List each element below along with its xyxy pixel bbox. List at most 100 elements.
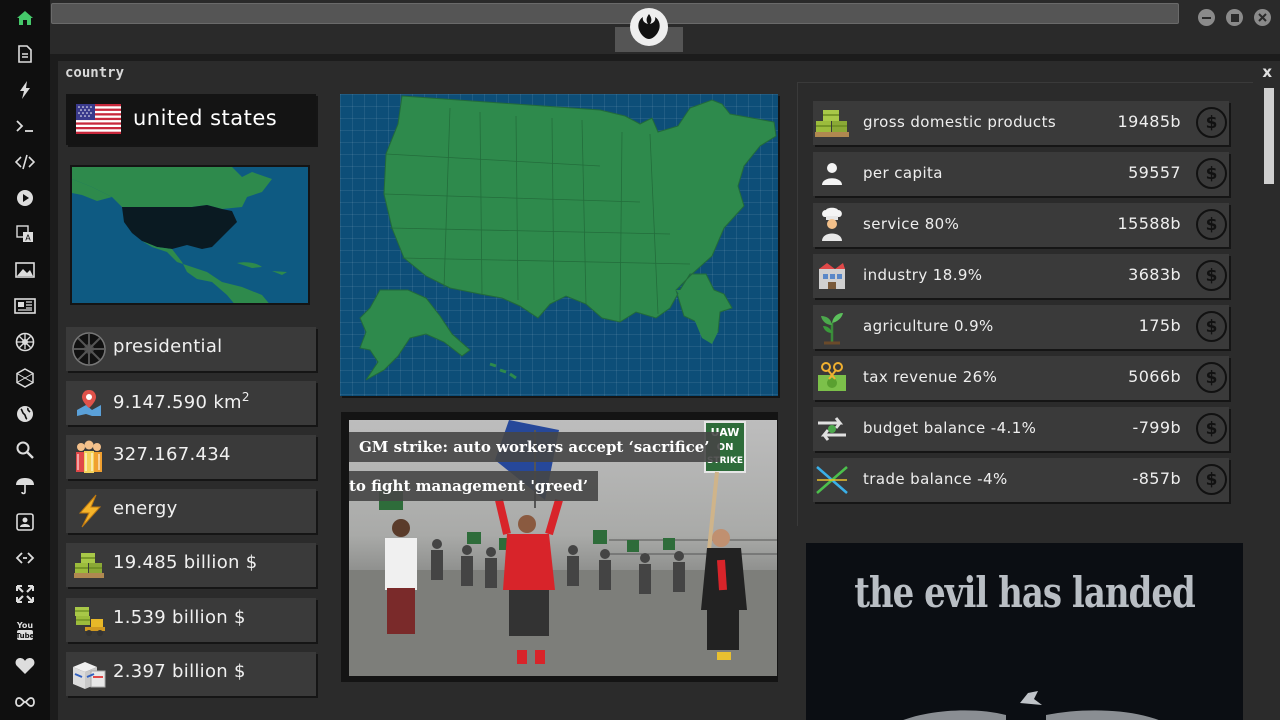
minimize-button[interactable] (1198, 9, 1215, 26)
money-value-1: 19.485 billion $ (113, 552, 258, 573)
promo-banner[interactable]: the evil has landed (806, 543, 1243, 720)
energy-card: energy (66, 489, 316, 533)
econ-row-trade-balance: trade balance -4% -857b $ (813, 458, 1229, 502)
chef-icon (813, 206, 851, 244)
money-pallet-icon (813, 104, 851, 142)
window-title: country (65, 65, 125, 81)
econ-amount: 175b (1138, 316, 1181, 335)
money-cut-icon (813, 359, 851, 397)
svg-text:You: You (16, 621, 33, 630)
link-icon[interactable] (13, 546, 37, 570)
expand-icon[interactable] (13, 582, 37, 606)
factory-icon (813, 257, 851, 295)
dollar-coin-icon[interactable]: $ (1196, 311, 1227, 342)
government-value: presidential (113, 336, 223, 357)
area-value: 9.147.590 km2 (113, 390, 250, 413)
window-close-button[interactable]: x (1262, 63, 1272, 81)
dollar-coin-icon[interactable]: $ (1196, 209, 1227, 240)
dollar-coin-icon[interactable]: $ (1196, 464, 1227, 495)
dollar-coin-icon[interactable]: $ (1196, 260, 1227, 291)
maximize-button[interactable] (1226, 9, 1243, 26)
news-icon[interactable] (13, 294, 37, 318)
country-window: country x united states presidential 9.1… (58, 61, 1280, 720)
economy-panel: gross domestic products 19485b $ per cap… (797, 82, 1253, 526)
infinity-icon[interactable] (13, 690, 37, 714)
money-pallet-icon (70, 547, 108, 583)
heart-icon[interactable] (13, 654, 37, 678)
rebel-alliance-icon (630, 8, 668, 46)
econ-amount: 5066b (1128, 367, 1181, 386)
econ-row-service: service 80% 15588b $ (813, 203, 1229, 247)
econ-amount: 59557 (1128, 163, 1181, 182)
econ-row-per-capita: per capita 59557 $ (813, 152, 1229, 196)
econ-row-industry: industry 18.9% 3683b $ (813, 254, 1229, 298)
econ-amount: 19485b (1117, 112, 1181, 131)
econ-row-agriculture: agriculture 0.9% 175b $ (813, 305, 1229, 349)
person-icon (813, 155, 851, 193)
news-card[interactable]: UAW ON STRIKE GM strike: auto workers ac… (341, 412, 778, 682)
econ-label: tax revenue 26% (863, 368, 998, 386)
contact-icon[interactable] (13, 510, 37, 534)
empire-icon[interactable] (13, 330, 37, 354)
country-minimap[interactable] (70, 165, 310, 305)
hexagon-icon[interactable] (13, 366, 37, 390)
news-headline-line-2: to fight management 'greed’ (349, 471, 599, 501)
document-icon[interactable] (13, 42, 37, 66)
people-icon (70, 439, 108, 475)
econ-label: per capita (863, 164, 943, 182)
econ-label: industry 18.9% (863, 266, 983, 284)
money-card-1: 19.485 billion $ (66, 543, 316, 587)
svg-text:A: A (25, 234, 31, 243)
econ-label: budget balance -4.1% (863, 419, 1037, 437)
government-card: presidential (66, 327, 316, 371)
money-forklift-icon (70, 602, 108, 638)
empire-emblem-icon (70, 331, 108, 367)
us-flag-icon (76, 104, 121, 134)
econ-amount: -799b (1132, 418, 1181, 437)
energy-bolt-icon (70, 493, 108, 529)
news-headline-line-1: GM strike: auto workers accept ‘sacrific… (349, 432, 720, 462)
translate-icon[interactable]: A (13, 222, 37, 246)
exchange-arrows-icon (813, 410, 851, 448)
area-card: 9.147.590 km2 (66, 381, 316, 425)
econ-label: trade balance -4% (863, 470, 1008, 488)
globe-icon[interactable] (13, 402, 37, 426)
svg-text:Tube: Tube (16, 632, 34, 640)
umbrella-icon[interactable] (13, 474, 37, 498)
plant-icon (813, 308, 851, 346)
lightning-icon[interactable] (13, 78, 37, 102)
trade-cross-icon (813, 461, 851, 499)
population-value: 327.167.434 (113, 444, 231, 465)
search-icon[interactable] (13, 438, 37, 462)
youtube-icon[interactable]: You Tube (13, 618, 37, 642)
app-sidebar: A You Tube (0, 0, 50, 720)
country-name-card: united states (66, 94, 316, 145)
close-window-button[interactable] (1254, 9, 1271, 26)
econ-amount: -857b (1132, 469, 1181, 488)
terminal-icon[interactable] (13, 114, 37, 138)
scrollbar-thumb[interactable] (1264, 88, 1274, 184)
econ-label: agriculture 0.9% (863, 317, 994, 335)
econ-label: gross domestic products (863, 113, 1057, 131)
energy-label: energy (113, 498, 178, 519)
econ-row-gdp: gross domestic products 19485b $ (813, 101, 1229, 145)
econ-row-budget-balance: budget balance -4.1% -799b $ (813, 407, 1229, 451)
dollar-coin-icon[interactable]: $ (1196, 413, 1227, 444)
country-map[interactable] (340, 94, 778, 396)
money-card-2: 1.539 billion $ (66, 598, 316, 642)
dollar-coin-icon[interactable]: $ (1196, 158, 1227, 189)
dollar-coin-icon[interactable]: $ (1196, 107, 1227, 138)
econ-label: service 80% (863, 215, 960, 233)
dollar-coin-icon[interactable]: $ (1196, 362, 1227, 393)
logo-tab[interactable] (615, 0, 683, 52)
econ-amount: 3683b (1128, 265, 1181, 284)
money-card-3: 2.397 billion $ (66, 652, 316, 696)
map-pin-icon (70, 385, 108, 421)
top-bar (50, 0, 1280, 54)
play-icon[interactable] (13, 186, 37, 210)
image-icon[interactable] (13, 258, 37, 282)
home-icon[interactable] (13, 6, 37, 30)
country-name: united states (133, 106, 278, 130)
code-icon[interactable] (13, 150, 37, 174)
econ-amount: 15588b (1117, 214, 1181, 233)
